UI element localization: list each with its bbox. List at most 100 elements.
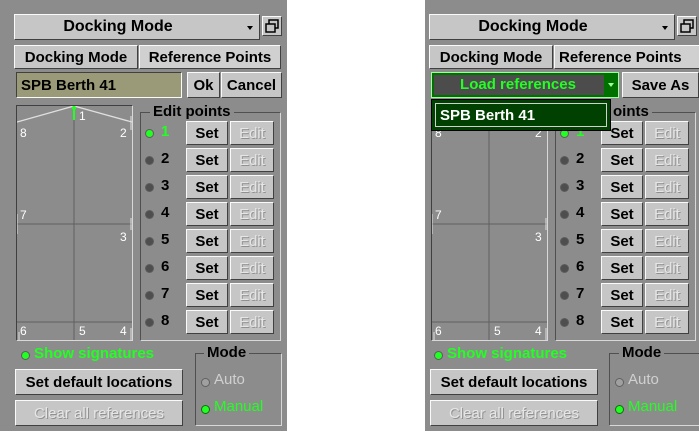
- schema-label-8: 8: [20, 126, 27, 140]
- point-8-number[interactable]: 8: [576, 312, 584, 329]
- point-7-indicator[interactable]: [561, 292, 568, 299]
- point-1-indicator[interactable]: [561, 130, 568, 137]
- mode-auto-label[interactable]: Auto: [214, 371, 245, 388]
- point-6-indicator[interactable]: [146, 265, 153, 272]
- set-label: Set: [610, 232, 634, 250]
- point-3-set-button[interactable]: Set: [186, 175, 228, 199]
- show-signatures-indicator[interactable]: [435, 352, 442, 359]
- point-8-number[interactable]: 8: [161, 312, 169, 329]
- save-as-button[interactable]: Save As: [622, 72, 699, 98]
- schema-label-6: 6: [20, 324, 27, 338]
- point-7-set-button[interactable]: Set: [186, 283, 228, 307]
- point-7-edit-button[interactable]: Edit: [230, 283, 274, 307]
- docking-mode-dropdown[interactable]: Docking Mode: [14, 14, 260, 40]
- point-8-edit-button[interactable]: Edit: [645, 310, 689, 334]
- cancel-button[interactable]: Cancel: [221, 72, 282, 98]
- clear-all-references-button[interactable]: Clear all references: [430, 400, 598, 426]
- point-8-edit-button[interactable]: Edit: [230, 310, 274, 334]
- ok-button[interactable]: Ok: [187, 72, 220, 98]
- point-1-edit-button[interactable]: Edit: [645, 121, 689, 145]
- tab-docking-mode[interactable]: Docking Mode: [14, 45, 138, 69]
- point-4-indicator[interactable]: [561, 211, 568, 218]
- point-2-set-button[interactable]: Set: [601, 148, 643, 172]
- point-6-edit-button[interactable]: Edit: [230, 256, 274, 280]
- window-restore-icon[interactable]: [262, 16, 282, 36]
- mode-manual-radio[interactable]: [201, 405, 210, 414]
- point-5-indicator[interactable]: [146, 238, 153, 245]
- point-4-indicator[interactable]: [146, 211, 153, 218]
- tab-reference-points[interactable]: Reference Points: [139, 45, 281, 69]
- point-3-edit-button[interactable]: Edit: [230, 175, 274, 199]
- point-3-number[interactable]: 3: [576, 177, 584, 194]
- point-4-number[interactable]: 4: [161, 204, 169, 221]
- point-7-indicator[interactable]: [146, 292, 153, 299]
- point-1-number[interactable]: 1: [161, 123, 169, 140]
- point-3-indicator[interactable]: [146, 184, 153, 191]
- point-2-indicator[interactable]: [146, 157, 153, 164]
- load-references-dropdown[interactable]: Load references: [431, 72, 619, 98]
- mode-auto-radio[interactable]: [201, 378, 210, 387]
- point-5-edit-button[interactable]: Edit: [230, 229, 274, 253]
- point-6-set-button[interactable]: Set: [601, 256, 643, 280]
- point-6-number[interactable]: 6: [576, 258, 584, 275]
- docking-mode-dropdown[interactable]: Docking Mode: [429, 14, 675, 40]
- tab-docking-mode[interactable]: Docking Mode: [429, 45, 553, 69]
- point-2-edit-button[interactable]: Edit: [645, 148, 689, 172]
- show-signatures-label[interactable]: Show signatures: [34, 345, 154, 362]
- point-2-number[interactable]: 2: [161, 150, 169, 167]
- point-4-set-button[interactable]: Set: [186, 202, 228, 226]
- point-2-number[interactable]: 2: [576, 150, 584, 167]
- point-4-edit-button[interactable]: Edit: [230, 202, 274, 226]
- point-1-edit-button[interactable]: Edit: [230, 121, 274, 145]
- mode-manual-label[interactable]: Manual: [628, 398, 677, 415]
- point-2-indicator[interactable]: [561, 157, 568, 164]
- point-3-indicator[interactable]: [561, 184, 568, 191]
- show-signatures-label[interactable]: Show signatures: [447, 345, 567, 362]
- point-7-edit-button[interactable]: Edit: [645, 283, 689, 307]
- set-default-locations-button[interactable]: Set default locations: [15, 369, 183, 395]
- point-8-indicator[interactable]: [146, 319, 153, 326]
- dropdown-title: Docking Mode: [478, 18, 588, 35]
- mode-manual-radio[interactable]: [615, 405, 624, 414]
- point-1-set-button[interactable]: Set: [186, 121, 228, 145]
- clear-all-references-button[interactable]: Clear all references: [15, 400, 183, 426]
- point-4-set-button[interactable]: Set: [601, 202, 643, 226]
- reference-name-field[interactable]: SPB Berth 41: [16, 72, 182, 98]
- set-label: Set: [195, 232, 219, 250]
- point-3-number[interactable]: 3: [161, 177, 169, 194]
- point-5-set-button[interactable]: Set: [186, 229, 228, 253]
- point-6-set-button[interactable]: Set: [186, 256, 228, 280]
- dropdown-item-spb-berth-41[interactable]: SPB Berth 41: [435, 103, 607, 127]
- mode-manual-label[interactable]: Manual: [214, 398, 263, 415]
- point-5-indicator[interactable]: [561, 238, 568, 245]
- point-5-number[interactable]: 5: [161, 231, 169, 248]
- point-7-set-button[interactable]: Set: [601, 283, 643, 307]
- point-8-indicator[interactable]: [561, 319, 568, 326]
- point-4-edit-button[interactable]: Edit: [645, 202, 689, 226]
- point-3-set-button[interactable]: Set: [601, 175, 643, 199]
- point-5-set-button[interactable]: Set: [601, 229, 643, 253]
- show-signatures-indicator[interactable]: [22, 352, 29, 359]
- point-2-set-button[interactable]: Set: [186, 148, 228, 172]
- point-6-edit-button[interactable]: Edit: [645, 256, 689, 280]
- point-2-edit-button[interactable]: Edit: [230, 148, 274, 172]
- window-restore-icon[interactable]: [677, 16, 697, 36]
- set-default-locations-button[interactable]: Set default locations: [430, 369, 598, 395]
- tab-reference-points[interactable]: Reference Points: [554, 45, 699, 69]
- docking-panel-left: Docking Mode Docking Mode Reference Poin…: [0, 0, 287, 431]
- point-1-indicator[interactable]: [146, 130, 153, 137]
- mode-auto-radio[interactable]: [615, 378, 624, 387]
- point-6-indicator[interactable]: [561, 265, 568, 272]
- mode-auto-label[interactable]: Auto: [628, 371, 659, 388]
- edit-label: Edit: [239, 286, 265, 304]
- cancel-label: Cancel: [226, 76, 277, 94]
- point-8-set-button[interactable]: Set: [601, 310, 643, 334]
- point-5-number[interactable]: 5: [576, 231, 584, 248]
- point-7-number[interactable]: 7: [576, 285, 584, 302]
- point-8-set-button[interactable]: Set: [186, 310, 228, 334]
- point-4-number[interactable]: 4: [576, 204, 584, 221]
- point-5-edit-button[interactable]: Edit: [645, 229, 689, 253]
- point-6-number[interactable]: 6: [161, 258, 169, 275]
- point-7-number[interactable]: 7: [161, 285, 169, 302]
- point-3-edit-button[interactable]: Edit: [645, 175, 689, 199]
